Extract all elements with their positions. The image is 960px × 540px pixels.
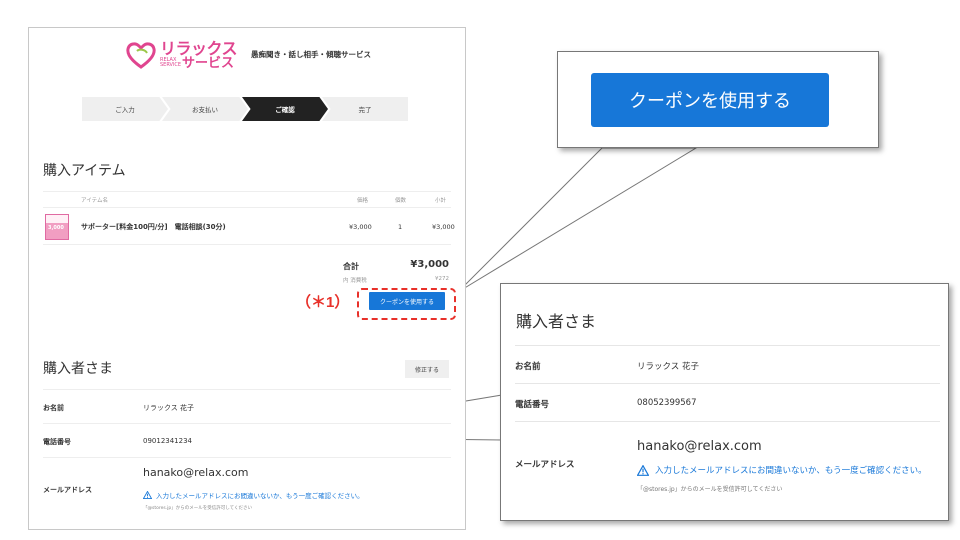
- item-qty: 1: [398, 223, 403, 231]
- warning-icon: [637, 464, 649, 476]
- callout-name-value: リラックス 花子: [637, 362, 699, 372]
- items-table-header: アイテム名 価格 個数 小計: [43, 191, 451, 205]
- logo-main-text: リラックス: [160, 38, 238, 58]
- edit-buyer-button[interactable]: 修正する: [405, 360, 449, 378]
- callout-name-row: お名前 リラックス 花子: [515, 345, 940, 383]
- warning-text: 入力したメールアドレスにお間違いないか、もう一度ご確認ください。: [156, 492, 364, 500]
- col-qty: 個数: [395, 198, 407, 204]
- total-value: ¥3,000: [410, 259, 449, 270]
- buyer-name-row: お名前 リラックス 花子: [43, 389, 451, 423]
- email-label: メールアドレス: [43, 486, 92, 494]
- item-thumbnail[interactable]: 3,000: [45, 214, 69, 240]
- item-name: サポーター[料金100円/分] 電話相談(30分): [81, 223, 226, 231]
- col-item-name: アイテム名: [81, 198, 108, 204]
- thumbnail-price: 3,000: [48, 225, 64, 231]
- name-value: リラックス 花子: [143, 404, 195, 412]
- tax-value: ¥272: [435, 276, 449, 282]
- callout-email-label: メールアドレス: [515, 460, 575, 470]
- callout-email-warning: 入力したメールアドレスにお間違いないか、もう一度ご確認ください。: [637, 464, 927, 476]
- buyer-phone-row: 電話番号 09012341234: [43, 423, 451, 457]
- callout-warning-text: 入力したメールアドレスにお間違いないか、もう一度ご確認ください。: [655, 466, 927, 476]
- callout-phone-label: 電話番号: [515, 400, 550, 410]
- email-note: 「@stores.jp」からのメールを受信許可してください: [143, 506, 252, 511]
- name-label: お名前: [43, 404, 64, 412]
- callout-name-label: お名前: [515, 362, 541, 372]
- callout-email-value: hanako@relax.com: [637, 439, 762, 454]
- email-warning: 入力したメールアドレスにお間違いないか、もう一度ご確認ください。: [143, 490, 364, 500]
- callout-phone-value: 08052399567: [637, 398, 697, 408]
- coupon-callout-pointer: [457, 147, 698, 293]
- logo-english-text: RELAX SERVICE: [160, 57, 182, 68]
- table-row: 3,000 サポーター[料金100円/分] 電話相談(30分) ¥3,000 1…: [43, 207, 455, 245]
- callout-email-row: メールアドレス hanako@relax.com 入力したメールアドレスにお間違…: [515, 421, 940, 501]
- annotation-highlight-box: [357, 288, 456, 320]
- col-price: 価格: [357, 198, 369, 204]
- total-label: 合計: [343, 262, 359, 271]
- step-payment: お支払い: [162, 97, 248, 121]
- item-price: ¥3,000: [349, 223, 372, 231]
- heart-logo-icon: [126, 42, 156, 69]
- warning-icon: [143, 491, 152, 499]
- email-value: hanako@relax.com: [143, 466, 249, 479]
- tax-label: 内 消費税: [343, 278, 367, 284]
- brand-logo[interactable]: リラックス RELAX SERVICE サービス: [125, 38, 238, 72]
- coupon-zoom-callout: クーポンを使用する: [557, 51, 879, 148]
- buyer-zoom-callout: 購入者さま お名前 リラックス 花子 電話番号 08052399567 メールア…: [500, 283, 949, 521]
- items-section-title: 購入アイテム: [43, 163, 126, 179]
- buyer-email-row: メールアドレス hanako@relax.com 入力したメールアドレスにお間違…: [43, 457, 451, 529]
- col-subtotal: 小計: [435, 198, 447, 204]
- logo-sub-text: サービス: [182, 55, 235, 71]
- buyer-section-title: 購入者さま: [43, 361, 113, 377]
- phone-value: 09012341234: [143, 437, 192, 445]
- phone-label: 電話番号: [43, 438, 71, 446]
- step-confirm: ご確認: [242, 97, 328, 121]
- step-complete: 完了: [322, 97, 408, 121]
- tagline: 愚痴聞き・話し相手・傾聴サービス: [251, 50, 371, 59]
- checkout-steps: ご入力 お支払い ご確認 完了: [82, 97, 408, 121]
- use-coupon-button-zoomed[interactable]: クーポンを使用する: [591, 73, 829, 127]
- checkout-page: リラックス RELAX SERVICE サービス 愚痴聞き・話し相手・傾聴サービ…: [28, 27, 466, 530]
- callout-email-note: 「@stores.jp」からのメールを受信許可してください: [637, 486, 783, 493]
- step-input: ご入力: [82, 97, 168, 121]
- annotation-label: （＊1）: [296, 294, 350, 311]
- callout-phone-row: 電話番号 08052399567: [515, 383, 940, 421]
- callout-buyer-title: 購入者さま: [516, 312, 597, 331]
- item-subtotal: ¥3,000: [432, 223, 455, 231]
